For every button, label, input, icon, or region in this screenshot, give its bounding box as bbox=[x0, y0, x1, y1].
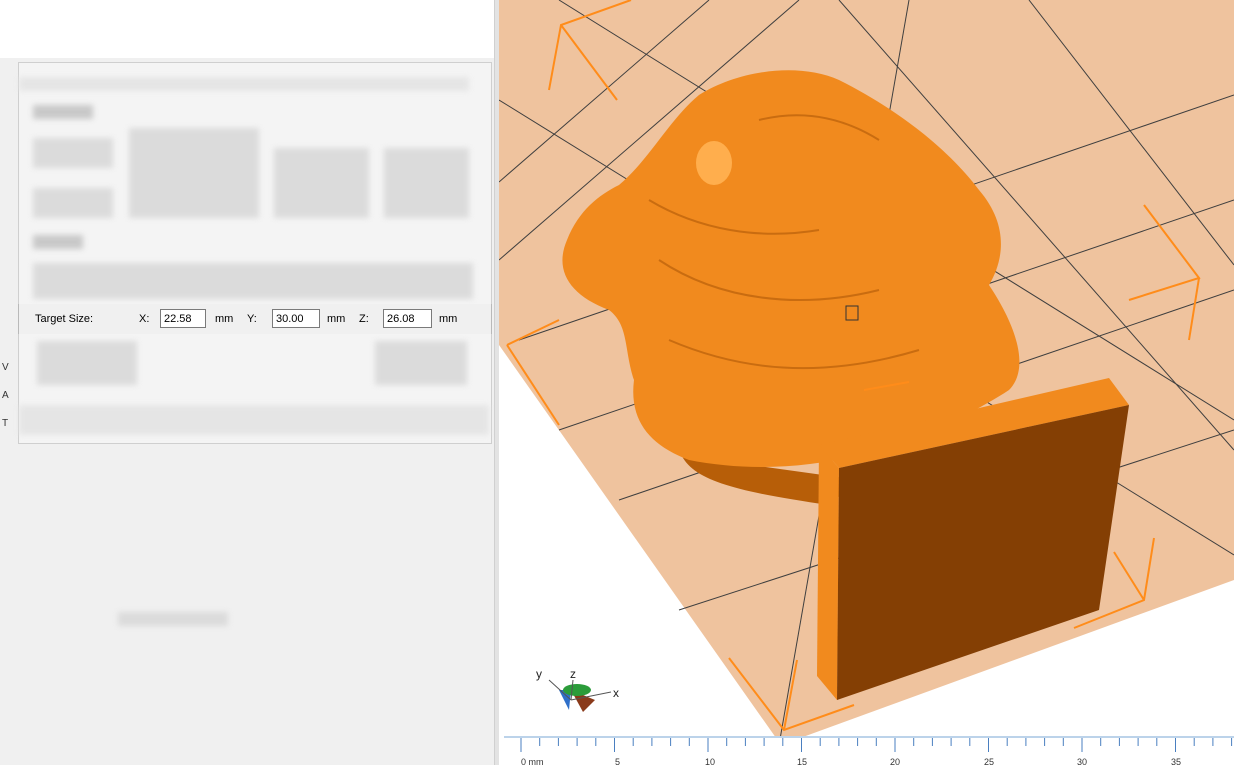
y-label: Y: bbox=[247, 313, 257, 325]
gizmo-z-face bbox=[563, 684, 591, 696]
gizmo-y-label: y bbox=[536, 667, 542, 681]
left-edge-letter: A bbox=[2, 390, 9, 401]
left-settings-panel: Target Size: X: mm Y: mm Z: mm V A T bbox=[0, 0, 494, 765]
ruler-tick-label: 5 bbox=[615, 757, 620, 765]
obscured-checkbox bbox=[37, 341, 137, 385]
ruler-tick-label: 15 bbox=[797, 757, 807, 765]
gizmo-x-label: x bbox=[613, 686, 619, 700]
obscured-label bbox=[33, 138, 113, 168]
obscured-label bbox=[33, 105, 93, 119]
obscured-field bbox=[384, 148, 469, 218]
selection-handle[interactable] bbox=[845, 305, 859, 321]
obscured-label bbox=[33, 235, 83, 249]
scale-dialog bbox=[18, 62, 492, 444]
ruler-unit-label: 0 mm bbox=[521, 757, 544, 765]
ruler-tick-label: 25 bbox=[984, 757, 994, 765]
obscured-button[interactable] bbox=[375, 341, 467, 385]
obscured-row bbox=[33, 263, 473, 299]
stand-side-edge bbox=[817, 445, 839, 700]
obscured-footer bbox=[19, 405, 489, 435]
ruler-tick-label: 35 bbox=[1171, 757, 1181, 765]
ruler: 0 mm 5 10 15 20 25 30 35 bbox=[504, 736, 1234, 765]
z-label: Z: bbox=[359, 313, 369, 325]
z-size-input[interactable] bbox=[383, 309, 432, 328]
model-eye bbox=[696, 141, 732, 185]
x-label: X: bbox=[139, 313, 150, 325]
3d-viewport[interactable]: x y z 0 mm 5 10 15 20 25 30 35 bbox=[499, 0, 1234, 765]
left-edge-letter: V bbox=[2, 362, 9, 373]
y-size-input[interactable] bbox=[272, 309, 320, 328]
ruler-tick-label: 30 bbox=[1077, 757, 1087, 765]
z-unit: mm bbox=[439, 313, 458, 325]
obscured-label bbox=[33, 188, 113, 218]
ruler-tick-label: 10 bbox=[705, 757, 715, 765]
obscured-field bbox=[129, 128, 259, 218]
target-size-label: Target Size: bbox=[35, 313, 94, 325]
y-unit: mm bbox=[327, 313, 346, 325]
gizmo-z-label: z bbox=[570, 667, 576, 681]
target-size-row: Target Size: X: mm Y: mm Z: mm bbox=[18, 304, 492, 334]
x-unit: mm bbox=[215, 313, 234, 325]
ruler-background bbox=[504, 736, 1234, 765]
panel-header-area bbox=[0, 0, 494, 58]
obscured-title-bar bbox=[19, 77, 469, 91]
x-size-input[interactable] bbox=[160, 309, 206, 328]
viewport-canvas[interactable]: x y z 0 mm 5 10 15 20 25 30 35 bbox=[499, 0, 1234, 765]
obscured-field bbox=[274, 148, 369, 218]
obscured-status-text bbox=[118, 612, 228, 626]
left-edge-letter: T bbox=[2, 418, 9, 429]
ruler-tick-label: 20 bbox=[890, 757, 900, 765]
